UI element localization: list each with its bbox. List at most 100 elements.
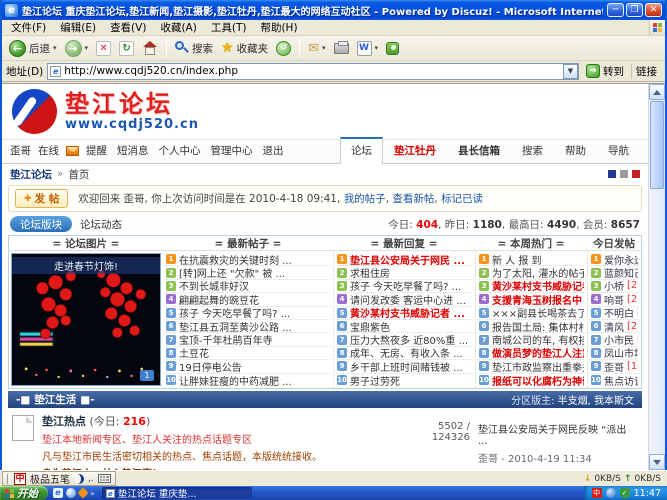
- list-item[interactable]: 7 压力大熬夜多 近80%重 ...: [337, 333, 472, 346]
- list-item[interactable]: 3 孩子 今天吃早餐了吗? ...: [337, 280, 472, 293]
- scroll-track[interactable]: [649, 190, 665, 454]
- nav-tab[interactable]: 搜索: [511, 138, 554, 163]
- quicklaunch-more-icon[interactable]: »: [90, 489, 95, 498]
- vertical-scrollbar[interactable]: [648, 84, 665, 470]
- list-item[interactable]: 6 宝鼎紫色: [337, 320, 472, 333]
- list-item[interactable]: 6 垫江县五洞至黄沙公路 ...: [166, 320, 330, 333]
- reply-title[interactable]: 宝鼎紫色: [350, 320, 390, 333]
- edit-button[interactable]: W ▾: [354, 40, 382, 57]
- style-switch-squares[interactable]: [608, 170, 640, 178]
- minimize-button[interactable]: ─: [607, 3, 624, 17]
- list-item[interactable]: 3 小桥[29]: [591, 280, 638, 293]
- quicklaunch-ie-icon[interactable]: e: [53, 488, 63, 498]
- poster-name[interactable]: 清风: [604, 320, 624, 333]
- ime-lang-icon[interactable]: 中: [14, 473, 26, 485]
- mail-button[interactable]: ✉ ▾: [305, 40, 328, 57]
- refresh-button[interactable]: ↻: [116, 40, 137, 57]
- forward-button[interactable]: → ▾: [62, 39, 92, 58]
- title-bar[interactable]: e 垫江论坛 重庆垫江论坛,垫江新闻,垫江摄影,垫江牡丹,垫江最大的网络互动社区…: [2, 0, 665, 20]
- poster-name[interactable]: 蓝颜知己: [604, 266, 638, 279]
- scroll-up-button[interactable]: [649, 84, 665, 100]
- scroll-down-button[interactable]: [649, 454, 665, 470]
- post-title[interactable]: 翩翩起舞的豌豆花: [179, 293, 259, 306]
- history-button[interactable]: ↺: [273, 40, 294, 57]
- reply-title[interactable]: 压力大熬夜多 近80%重 ...: [350, 333, 468, 346]
- nav-tab[interactable]: 帮助: [554, 138, 597, 163]
- hot-title[interactable]: ×××副县长喝茶去了: [492, 307, 584, 320]
- reply-title[interactable]: 乡干部上班时间赌钱被 ...: [350, 360, 463, 373]
- post-title[interactable]: 不到长城非好汉: [179, 280, 249, 293]
- list-item[interactable]: 9 乡干部上班时间赌钱被 ...: [337, 360, 472, 373]
- address-input[interactable]: [61, 64, 563, 78]
- list-item[interactable]: 6 报告国土局: 集体村村 ...: [479, 320, 584, 333]
- list-item[interactable]: 5 黄沙某村支书威胁记者 ...: [337, 307, 472, 320]
- edit-dropdown-icon[interactable]: ▾: [375, 44, 379, 52]
- address-dropdown-icon[interactable]: ▼: [563, 64, 578, 79]
- mail-dropdown-icon[interactable]: ▾: [322, 44, 326, 52]
- reply-title[interactable]: 黄沙某村支书威胁记者 ...: [350, 307, 465, 320]
- poster-name[interactable]: 歪哥: [604, 360, 624, 373]
- reply-title[interactable]: 请问发改委 客运中心进 ...: [350, 293, 466, 306]
- reply-title[interactable]: 求租住房: [350, 266, 390, 279]
- ime-keyboard-icon[interactable]: [98, 474, 111, 483]
- nav-tab[interactable]: 县长信箱: [447, 138, 511, 163]
- list-item[interactable]: 10 让胖妹狂瘦的中药减肥 ...: [166, 374, 330, 387]
- messenger-button[interactable]: [383, 41, 402, 56]
- list-item[interactable]: 8 做演员梦的垫江人注意 ...: [479, 347, 584, 360]
- poster-name[interactable]: 小桥: [604, 280, 624, 293]
- tray-clock[interactable]: 11:47: [634, 488, 661, 499]
- home-button[interactable]: [139, 40, 161, 57]
- site-logo-icon[interactable]: [12, 89, 57, 134]
- reply-title[interactable]: 垫江县公安局关于网民 ...: [350, 253, 465, 266]
- poster-name[interactable]: 响哥: [604, 293, 624, 306]
- links-label[interactable]: 链接: [631, 64, 661, 79]
- list-item[interactable]: 4 支援青海玉树报名中: [479, 293, 584, 306]
- tray-messenger-icon[interactable]: [606, 488, 616, 498]
- print-button[interactable]: [331, 42, 352, 55]
- list-item[interactable]: 5 不明白[27]: [591, 307, 638, 320]
- section-title[interactable]: 垫江生活: [34, 392, 76, 407]
- stop-button[interactable]: ✕: [93, 40, 114, 57]
- list-item[interactable]: 1 新 人 报 到: [479, 253, 584, 266]
- post-title[interactable]: 宝顶-千年杜鹃百年寺: [179, 333, 273, 346]
- list-item[interactable]: 1 在抗震救灾的关键时刻 ...: [166, 253, 330, 266]
- hot-title[interactable]: 黄沙某村支书威胁记者 ...: [492, 280, 584, 293]
- list-item[interactable]: 4 响哥[28]: [591, 293, 638, 306]
- post-title[interactable]: 在抗震救灾的关键时刻 ...: [179, 253, 292, 266]
- forum-dynamics-tab[interactable]: 论坛动态: [80, 217, 388, 232]
- nav-tab[interactable]: 导航: [597, 138, 640, 163]
- site-logo-text[interactable]: 垫江论坛 www.cqdj520.cn: [65, 91, 199, 132]
- welcome-link[interactable]: 我的帖子: [337, 193, 386, 205]
- back-button[interactable]: ← 后退 ▾: [6, 39, 60, 58]
- reply-title[interactable]: 男子过劳死: [350, 374, 400, 387]
- notice-mail-icon[interactable]: [66, 146, 79, 156]
- close-button[interactable]: ✕: [645, 3, 662, 17]
- list-item[interactable]: 5 ×××副县长喝茶去了: [479, 307, 584, 320]
- menu-item[interactable]: 查看(V): [103, 20, 153, 35]
- favorites-button[interactable]: ★ 收藏夹: [218, 40, 271, 57]
- hot-title[interactable]: 垫江市政监察出重拳关 ...: [492, 360, 584, 373]
- list-item[interactable]: 8 土豆花: [166, 347, 330, 360]
- list-item[interactable]: 4 翩翩起舞的豌豆花: [166, 293, 330, 306]
- back-dropdown-icon[interactable]: ▾: [53, 44, 57, 52]
- list-item[interactable]: 8 凤山市场[17]: [591, 347, 638, 360]
- list-item[interactable]: 4 请问发改委 客运中心进 ...: [337, 293, 472, 306]
- menu-item[interactable]: 文件(F): [4, 20, 53, 35]
- post-title[interactable]: 让胖妹狂瘦的中药减肥 ...: [179, 374, 292, 387]
- nav-tab[interactable]: 论坛: [340, 137, 383, 164]
- nav-tab[interactable]: 垫江牡丹: [383, 138, 447, 163]
- reply-title[interactable]: 成年、无房、有收入条 ...: [350, 347, 463, 360]
- username[interactable]: 歪哥: [10, 143, 31, 158]
- breadcrumb-root[interactable]: 垫江论坛: [10, 167, 52, 182]
- poster-name[interactable]: 爱你永远: [604, 253, 638, 266]
- tray-app-icon[interactable]: 中: [592, 488, 602, 498]
- list-item[interactable]: 3 不到长城非好汉: [166, 280, 330, 293]
- list-item[interactable]: 8 成年、无房、有收入条 ...: [337, 347, 472, 360]
- last-post-title[interactable]: 垫江县公安局关于网民反映 “派出 ...: [478, 421, 638, 447]
- poster-name[interactable]: 不明白: [604, 307, 634, 320]
- list-item[interactable]: 6 清风[22]: [591, 320, 638, 333]
- ime-name[interactable]: 极品五笔: [30, 471, 70, 486]
- poster-name[interactable]: 小市民: [604, 333, 634, 346]
- list-item[interactable]: 10 男子过劳死: [337, 374, 472, 387]
- menu-item[interactable]: 编辑(E): [53, 20, 103, 35]
